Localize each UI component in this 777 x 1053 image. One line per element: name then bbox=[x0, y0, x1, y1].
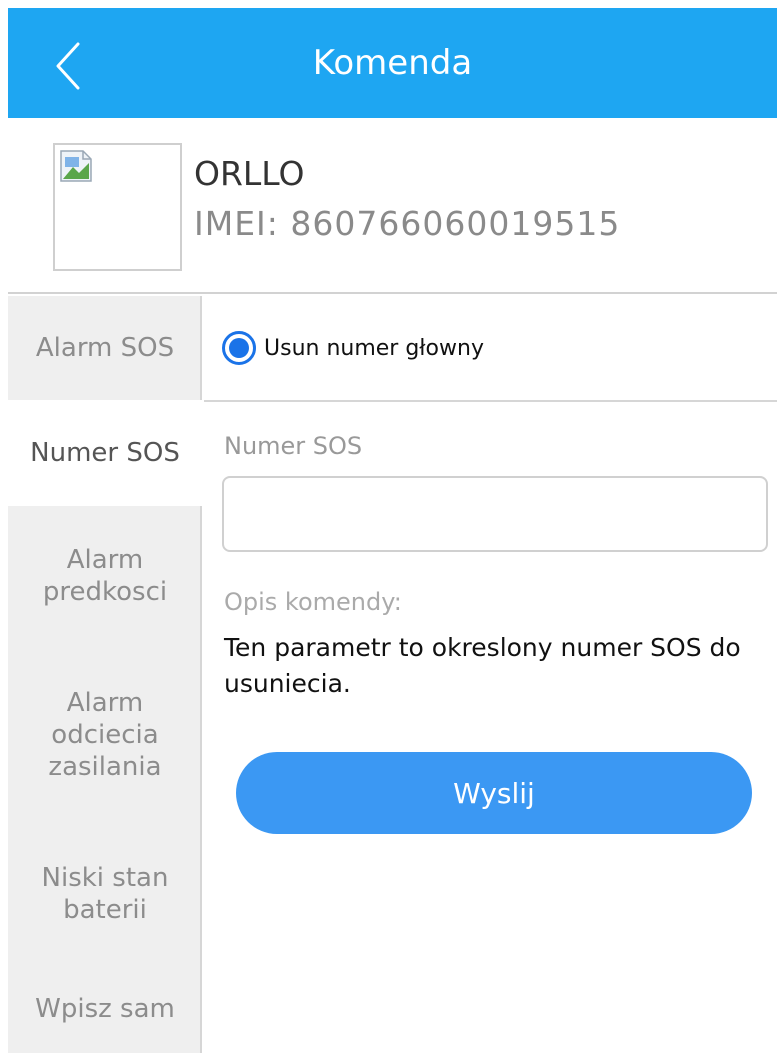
radio-button-checked[interactable] bbox=[222, 331, 256, 365]
device-image bbox=[53, 143, 182, 271]
sidebar-item-label: Alarm SOS bbox=[35, 333, 175, 363]
device-imei: IMEI: 860766060019515 bbox=[194, 204, 621, 243]
sidebar-item-label: Alarm odciecia zasilania bbox=[48, 688, 162, 782]
sidebar-item-label: Alarm predkosci bbox=[42, 545, 168, 607]
back-button[interactable] bbox=[48, 38, 88, 94]
sidebar-item-label: Wpisz sam bbox=[35, 993, 175, 1024]
broken-image-icon bbox=[60, 150, 92, 182]
description-text: Ten parametr to okreslony numer SOS do u… bbox=[224, 633, 741, 698]
sidebar-item-niski-stan-baterii[interactable]: Niski stan baterii bbox=[8, 824, 202, 964]
command-form: Usun numer głowny Numer SOS Opis komendy… bbox=[204, 296, 777, 1053]
sidebar-item-label: Niski stan baterii bbox=[41, 863, 169, 925]
sidebar-item-alarm-predkosci[interactable]: Alarm predkosci bbox=[8, 506, 202, 646]
sidebar-item-alarm-sos[interactable]: Alarm SOS bbox=[8, 296, 202, 400]
sidebar-item-wpisz-sam[interactable]: Wpisz sam bbox=[8, 964, 202, 1053]
sidebar-item-label: Numer SOS bbox=[30, 438, 180, 468]
sidebar-item-numer-sos[interactable]: Numer SOS bbox=[8, 400, 202, 506]
sidebar-item-alarm-odciecia-zasilania[interactable]: Alarm odciecia zasilania bbox=[8, 646, 202, 824]
page-title: Komenda bbox=[312, 43, 473, 83]
send-button[interactable]: Wyslij bbox=[236, 752, 752, 834]
top-bar: Komenda bbox=[8, 8, 777, 118]
description-label: Opis komendy: bbox=[224, 588, 402, 616]
chevron-left-icon bbox=[56, 42, 80, 90]
command-sidebar: Alarm SOS Numer SOS Alarm predkosci Alar… bbox=[8, 296, 202, 1053]
sos-number-label: Numer SOS bbox=[224, 432, 363, 460]
device-header: ORLLO IMEI: 860766060019515 bbox=[8, 118, 777, 294]
delete-main-number-option[interactable]: Usun numer głowny bbox=[204, 296, 777, 402]
device-name: ORLLO bbox=[194, 154, 305, 193]
radio-label: Usun numer głowny bbox=[264, 335, 484, 361]
sos-number-input[interactable] bbox=[222, 476, 768, 552]
